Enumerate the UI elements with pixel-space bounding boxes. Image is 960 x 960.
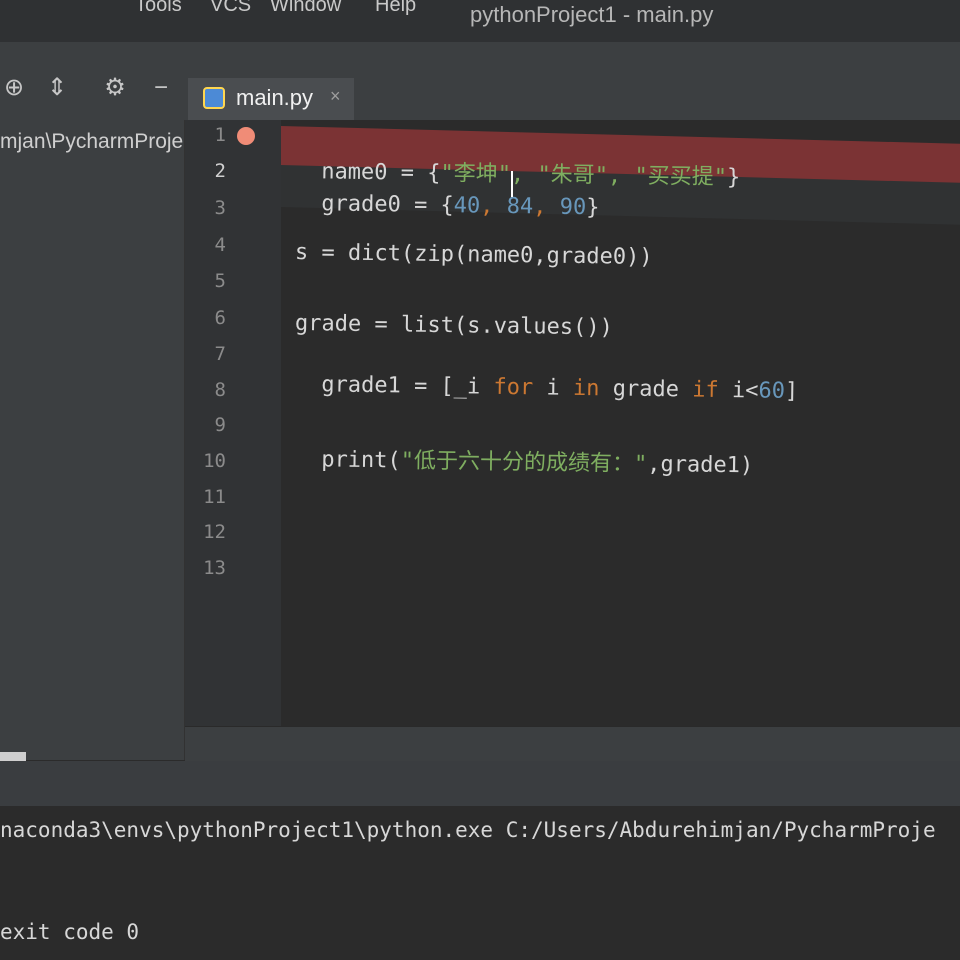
menu-window[interactable]: Window — [270, 0, 341, 17]
code-token: ,grade1) — [647, 451, 754, 479]
tab-label: main.py — [236, 85, 314, 110]
comma-token: , — [480, 193, 507, 219]
menu-vcs[interactable]: VCS — [210, 0, 251, 17]
python-file-icon — [203, 87, 225, 109]
run-console[interactable]: naconda3\envs\pythonProject1\python.exe … — [0, 806, 960, 960]
window-title: pythonProject1 - main.py — [470, 2, 714, 27]
target-icon[interactable]: ⊕ — [0, 74, 28, 102]
code-line-2[interactable]: grade0 = {40, 84, 90} — [295, 166, 600, 220]
code-token: grade1 = [ — [321, 372, 454, 400]
close-icon[interactable]: × — [330, 86, 341, 107]
code-line-7[interactable]: grade1 = [_i for i in grade if i<60] — [295, 347, 799, 404]
line-number: 10 — [203, 450, 226, 472]
keyword-token: if — [692, 377, 719, 403]
menu-bar: Tools VCS Window Help pythonProject1 - m… — [0, 0, 960, 43]
line-number: 8 — [214, 379, 226, 401]
code-token: } — [586, 195, 600, 221]
editor-horizontal-scrollbar[interactable] — [185, 726, 960, 762]
number-literal: 84 — [506, 193, 534, 220]
code-line-4[interactable]: s = dict(zip(name0,grade0)) — [295, 240, 653, 270]
console-exit-line: exit code 0 — [0, 920, 140, 944]
toolbar: ⊕ ⇕ ⚙ − — [0, 42, 960, 121]
keyword-token: in — [572, 375, 600, 402]
run-panel-header — [0, 761, 960, 806]
code-token: } — [726, 165, 741, 191]
project-path[interactable]: mjan\PycharmProje — [0, 130, 184, 154]
line-number: 5 — [214, 270, 226, 292]
line-number: 7 — [214, 343, 226, 365]
line-number: 4 — [214, 234, 226, 256]
code-line-9[interactable]: print("低于六十分的成绩有：",grade1) — [295, 416, 754, 479]
breakpoint-icon[interactable] — [237, 127, 255, 145]
comma-token: , — [533, 194, 560, 220]
code-token: i — [533, 375, 574, 401]
keyword-token: for — [493, 374, 534, 401]
code-token: ] — [784, 378, 799, 405]
line-number: 13 — [203, 557, 226, 579]
menu-tools[interactable]: Tools — [135, 0, 182, 17]
line-number: 11 — [203, 486, 226, 508]
string-literal: "低于六十分的成绩有：" — [400, 448, 648, 477]
code-token: i< — [718, 377, 759, 404]
line-number: 12 — [203, 521, 226, 543]
code-token: _i — [453, 374, 494, 400]
console-command-line: naconda3\envs\pythonProject1\python.exe … — [0, 818, 936, 842]
line-number: 2 — [214, 160, 226, 182]
project-panel: mjan\PycharmProje — [0, 120, 185, 768]
code-line-6[interactable]: grade = list(s.values()) — [295, 311, 613, 340]
code-token: grade — [599, 376, 693, 403]
code-token: print( — [321, 447, 401, 474]
line-number: 6 — [214, 307, 226, 329]
number-literal: 60 — [758, 378, 786, 404]
code-token: grade0 = { — [321, 191, 454, 219]
collapse-icon[interactable]: ⇕ — [43, 74, 71, 102]
tab-main-py[interactable]: main.py × — [188, 78, 354, 123]
number-literal: 40 — [453, 193, 481, 219]
menu-help[interactable]: Help — [375, 0, 416, 17]
line-number: 3 — [214, 197, 226, 219]
gear-icon[interactable]: ⚙ — [101, 74, 129, 102]
text-caret — [511, 171, 513, 197]
line-number: 1 — [214, 124, 226, 146]
number-literal: 90 — [559, 194, 587, 221]
line-number: 9 — [214, 414, 226, 436]
minimize-icon[interactable]: − — [147, 74, 175, 102]
